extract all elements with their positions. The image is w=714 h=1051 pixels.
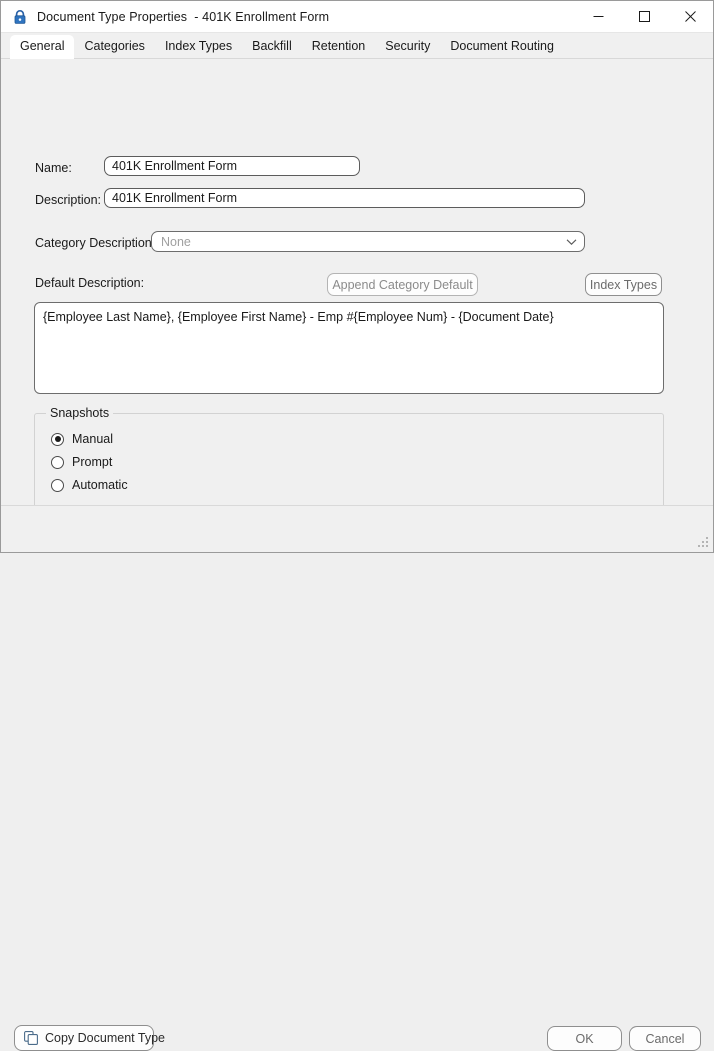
index-types-button[interactable]: Index Types: [585, 273, 662, 296]
ok-button[interactable]: OK: [547, 1026, 622, 1051]
category-descriptions-label: Category Descriptions:: [35, 236, 162, 250]
close-button[interactable]: [667, 1, 713, 32]
cancel-button[interactable]: Cancel: [629, 1026, 701, 1051]
append-category-default-button[interactable]: Append Category Default: [327, 273, 478, 296]
tab-general[interactable]: General: [10, 35, 75, 59]
radio-indicator: [51, 478, 64, 492]
default-description-label: Default Description:: [35, 276, 145, 290]
chevron-down-icon: [566, 238, 577, 246]
snapshots-group-title: Snapshots: [46, 406, 114, 420]
tab-document-routing[interactable]: Document Routing: [440, 35, 564, 59]
snapshots-groupbox: Snapshots: [34, 406, 664, 508]
tab-backfill[interactable]: Backfill: [242, 35, 302, 59]
copy-icon: [24, 1031, 38, 1045]
tab-retention[interactable]: Retention: [302, 35, 376, 59]
tab-categories[interactable]: Categories: [74, 35, 154, 59]
radio-snapshots-automatic[interactable]: Automatic: [51, 478, 128, 492]
resize-grip[interactable]: [698, 537, 710, 549]
radio-indicator: [51, 432, 64, 446]
radio-label: Manual: [72, 432, 113, 446]
tab-index-types[interactable]: Index Types: [155, 35, 242, 59]
maximize-button[interactable]: [621, 1, 667, 32]
document-type-properties-window: Document Type Properties - 401K Enrollme…: [0, 0, 714, 1051]
minimize-button[interactable]: [575, 1, 621, 32]
name-input[interactable]: [104, 156, 360, 176]
general-tab-panel: Name: Description: Category Descriptions…: [1, 59, 713, 536]
padlock-icon: [12, 9, 28, 25]
window-title: Document Type Properties - 401K Enrollme…: [37, 9, 330, 24]
name-label: Name:: [35, 161, 72, 175]
radio-indicator: [51, 455, 64, 469]
tab-strip: General Categories Index Types Backfill …: [1, 33, 713, 59]
radio-snapshots-prompt[interactable]: Prompt: [51, 455, 112, 469]
footer-bar: Copy Document Type OK Cancel: [1, 505, 713, 1051]
description-label: Description:: [35, 193, 101, 207]
default-description-textarea[interactable]: [34, 302, 664, 394]
description-input[interactable]: [104, 188, 585, 208]
radio-label: Prompt: [72, 455, 113, 469]
radio-label: Automatic: [72, 478, 128, 492]
copy-document-type-button[interactable]: Copy Document Type: [14, 1025, 165, 1051]
category-descriptions-value: None: [161, 234, 191, 249]
category-descriptions-select[interactable]: None: [151, 231, 585, 252]
copy-document-type-label: Copy Document Type: [45, 1031, 165, 1045]
radio-snapshots-manual[interactable]: Manual: [51, 432, 113, 446]
title-bar: Document Type Properties - 401K Enrollme…: [1, 1, 713, 33]
window-controls: [575, 1, 713, 32]
tab-security[interactable]: Security: [375, 35, 440, 59]
